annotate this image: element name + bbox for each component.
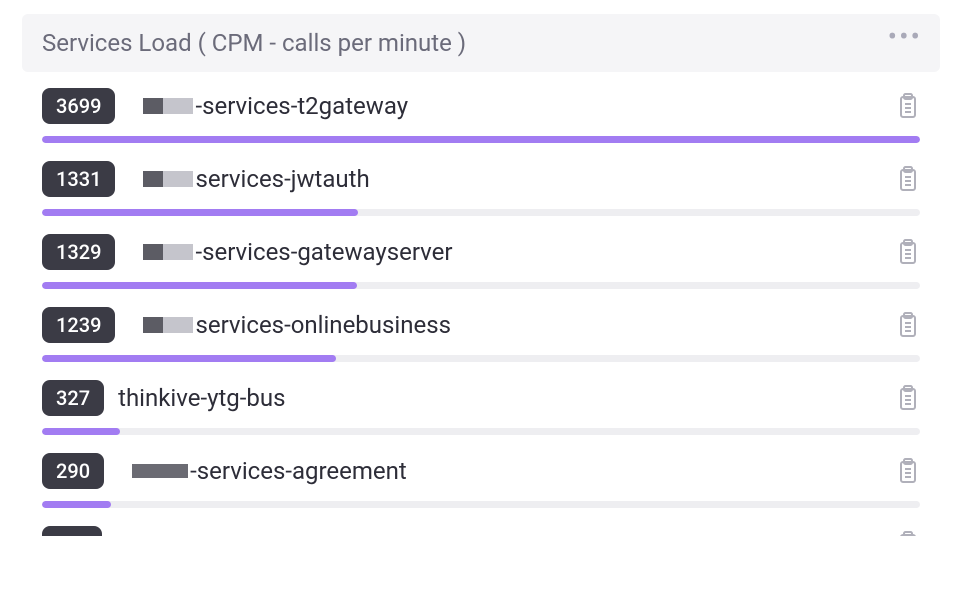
- progress-track: [42, 355, 920, 362]
- progress-track: [42, 428, 920, 435]
- progress-track: [42, 501, 920, 508]
- list-item-row: 327 thinkive-ytg-bus: [42, 376, 920, 420]
- value-badge: 3699: [42, 88, 115, 124]
- list-item: 1331 services-jwtauth: [42, 157, 920, 216]
- progress-fill: [42, 136, 920, 143]
- list-item: [42, 522, 920, 536]
- progress-fill: [42, 501, 111, 508]
- redacted-prefix: [143, 244, 193, 260]
- service-label: -services-t2gateway: [129, 92, 408, 120]
- service-name: -services-t2gateway: [195, 92, 408, 120]
- service-name: services-jwtauth: [195, 165, 369, 193]
- redacted-prefix: [143, 317, 193, 333]
- service-name: -services-agreement: [190, 457, 407, 485]
- list-item-row: 1329 -services-gatewayserver: [42, 230, 920, 274]
- service-name: -services-gatewayserver: [195, 238, 452, 266]
- value-badge: 290: [42, 453, 104, 489]
- panel-header: Services Load ( CPM - calls per minute )…: [22, 14, 940, 72]
- service-name: thinkive-ytg-bus: [118, 384, 285, 412]
- list-item: 290 -services-agreement: [42, 449, 920, 508]
- list-item-left: 1331 services-jwtauth: [42, 161, 370, 197]
- list-item: 327 thinkive-ytg-bus: [42, 376, 920, 435]
- progress-track: [42, 209, 920, 216]
- value-badge: [42, 526, 102, 536]
- service-name: services-onlinebusiness: [195, 311, 451, 339]
- progress-track: [42, 136, 920, 143]
- services-load-panel: Services Load ( CPM - calls per minute )…: [22, 14, 940, 536]
- progress-fill: [42, 282, 357, 289]
- redacted-prefix: [132, 464, 188, 478]
- clipboard-icon[interactable]: [896, 530, 920, 536]
- progress-track: [42, 282, 920, 289]
- service-label: -services-gatewayserver: [129, 238, 452, 266]
- list-item-left: 327 thinkive-ytg-bus: [42, 380, 286, 416]
- list-item-row: 1239 services-onlinebusiness: [42, 303, 920, 347]
- service-label: -services-agreement: [118, 457, 407, 485]
- redacted-prefix: [143, 171, 193, 187]
- clipboard-icon[interactable]: [896, 92, 920, 120]
- value-badge: 1329: [42, 234, 115, 270]
- list-item-left: 1329 -services-gatewayserver: [42, 234, 453, 270]
- service-label: services-jwtauth: [129, 165, 369, 193]
- list-item-left: [42, 526, 102, 536]
- redacted-prefix: [143, 98, 193, 114]
- list-item-row: 3699 -services-t2gateway: [42, 84, 920, 128]
- clipboard-icon[interactable]: [896, 311, 920, 339]
- value-badge: 1239: [42, 307, 115, 343]
- list-item-left: 290 -services-agreement: [42, 453, 407, 489]
- service-label: services-onlinebusiness: [129, 311, 451, 339]
- list-item-left: 1239 services-onlinebusiness: [42, 307, 451, 343]
- more-options-icon[interactable]: •••: [888, 31, 922, 54]
- clipboard-icon[interactable]: [896, 165, 920, 193]
- services-list: 3699 -services-t2gateway: [22, 72, 940, 536]
- value-badge: 1331: [42, 161, 115, 197]
- list-item-row: 1331 services-jwtauth: [42, 157, 920, 201]
- list-item-left: 3699 -services-t2gateway: [42, 88, 408, 124]
- list-item-row: [42, 522, 920, 536]
- progress-fill: [42, 209, 358, 216]
- clipboard-icon[interactable]: [896, 457, 920, 485]
- service-label: thinkive-ytg-bus: [118, 384, 285, 412]
- list-item-row: 290 -services-agreement: [42, 449, 920, 493]
- clipboard-icon[interactable]: [896, 384, 920, 412]
- progress-fill: [42, 355, 336, 362]
- progress-fill: [42, 428, 120, 435]
- value-badge: 327: [42, 380, 104, 416]
- clipboard-icon[interactable]: [896, 238, 920, 266]
- panel-title: Services Load ( CPM - calls per minute ): [42, 29, 466, 57]
- list-item: 1329 -services-gatewayserver: [42, 230, 920, 289]
- list-item: 1239 services-onlinebusiness: [42, 303, 920, 362]
- list-item: 3699 -services-t2gateway: [42, 84, 920, 143]
